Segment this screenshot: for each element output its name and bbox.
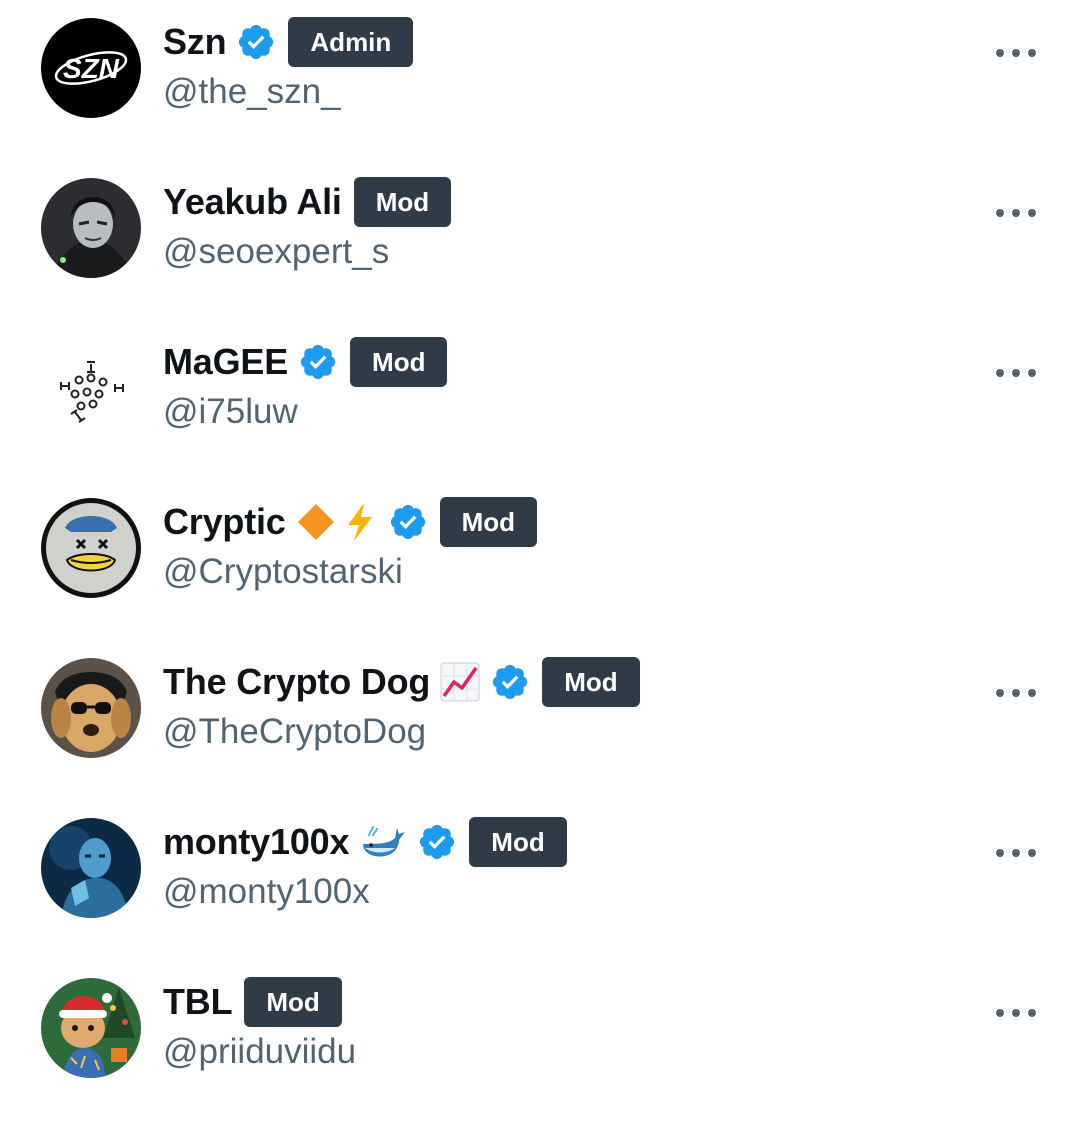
handle[interactable]: @seoexpert_s <box>163 232 389 272</box>
more-horizontal-icon[interactable] <box>996 1006 1036 1020</box>
display-name[interactable]: MaGEE <box>163 341 288 383</box>
avatar[interactable] <box>41 498 141 598</box>
whale-emoji <box>359 822 407 862</box>
member-row[interactable]: The Crypto Dog Mod @TheCryptoDog <box>0 640 1080 800</box>
display-name[interactable]: Cryptic <box>163 501 286 543</box>
display-name[interactable]: Yeakub Ali <box>163 181 342 223</box>
avatar[interactable] <box>41 338 141 438</box>
avatar[interactable] <box>41 978 141 1078</box>
handle[interactable]: @monty100x <box>163 872 370 912</box>
role-badge: Admin <box>288 17 414 67</box>
more-horizontal-icon[interactable] <box>996 846 1036 860</box>
display-name[interactable]: Szn <box>163 21 227 63</box>
avatar[interactable] <box>41 658 141 758</box>
verified-badge-icon <box>236 22 276 62</box>
svg-text:SZN: SZN <box>63 53 120 84</box>
display-name[interactable]: The Crypto Dog <box>163 661 430 703</box>
chart-increasing-emoji <box>440 662 480 702</box>
member-row[interactable]: monty100x Mod @monty100x <box>0 800 1080 960</box>
duck-cartoon-avatar <box>41 498 141 598</box>
orange-diamond-emoji <box>296 502 336 542</box>
more-horizontal-icon[interactable] <box>996 686 1036 700</box>
verified-badge-icon <box>490 662 530 702</box>
role-badge: Mod <box>353 177 452 227</box>
handle[interactable]: @priiduviidu <box>163 1032 356 1072</box>
member-row[interactable]: Cryptic Mod @Cryptostarski <box>0 480 1080 640</box>
dog-sunglasses-avatar <box>41 658 141 758</box>
display-name[interactable]: TBL <box>163 981 233 1023</box>
role-badge: Mod <box>350 337 448 387</box>
handle[interactable]: @i75luw <box>163 392 298 432</box>
dark-portrait-avatar <box>41 178 141 278</box>
molecule-pattern-avatar <box>41 338 141 438</box>
szn-logo-avatar: SZN <box>41 18 141 118</box>
role-badge: Mod <box>542 657 640 707</box>
member-row[interactable]: Yeakub Ali Mod @seoexpert_s <box>0 160 1080 320</box>
verified-badge-icon <box>417 822 457 862</box>
more-horizontal-icon[interactable] <box>996 366 1036 380</box>
verified-badge-icon <box>298 342 338 382</box>
avatar[interactable] <box>41 178 141 278</box>
handle[interactable]: @Cryptostarski <box>163 552 403 592</box>
avatar[interactable]: SZN <box>41 18 141 118</box>
lightning-emoji <box>342 502 378 542</box>
moderators-list: SZN Szn Admin @the_szn_ Yeakub Ali Mod @… <box>0 0 1080 1128</box>
santa-dog-avatar <box>41 978 141 1078</box>
handle[interactable]: @the_szn_ <box>163 72 341 112</box>
avatar[interactable] <box>41 818 141 918</box>
handle[interactable]: @TheCryptoDog <box>163 712 426 752</box>
member-row[interactable]: TBL Mod @priiduviidu <box>0 960 1080 1120</box>
more-horizontal-icon[interactable] <box>996 206 1036 220</box>
role-badge: Mod <box>244 977 342 1027</box>
more-horizontal-icon[interactable] <box>996 46 1036 60</box>
robot-blue-avatar <box>41 818 141 918</box>
role-badge: Mod <box>469 817 567 867</box>
member-row[interactable]: SZN Szn Admin @the_szn_ <box>0 0 1080 160</box>
role-badge: Mod <box>439 497 538 547</box>
verified-badge-icon <box>388 502 428 542</box>
display-name[interactable]: monty100x <box>163 821 349 863</box>
member-row[interactable]: MaGEE Mod @i75luw <box>0 320 1080 480</box>
